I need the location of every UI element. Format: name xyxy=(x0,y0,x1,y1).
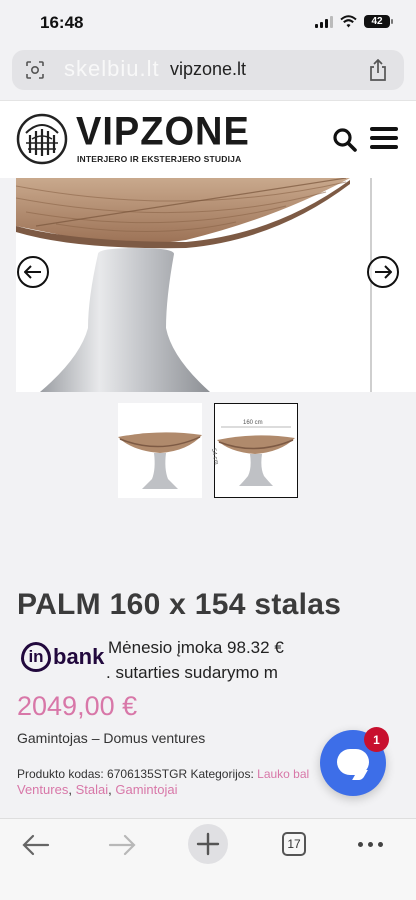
tabs-icon[interactable]: 17 xyxy=(282,832,306,856)
browser-toolbar: 17 xyxy=(0,818,416,900)
separator: , xyxy=(68,782,72,797)
monthly-payment: Mėnesio įmoka 98.32 € xyxy=(108,638,284,657)
image-divider xyxy=(370,178,372,392)
inbank-logo-in: in xyxy=(21,642,51,672)
back-icon[interactable] xyxy=(22,833,50,857)
separator: , xyxy=(108,782,112,797)
site-header: VIPZONE INTERJERO IR EKSTERJERO STUDIJA xyxy=(0,100,416,178)
share-icon[interactable] xyxy=(368,59,388,81)
chat-unread-badge: 1 xyxy=(364,727,389,752)
status-icons: 42 xyxy=(315,15,393,28)
category-link-outdoor[interactable]: Lauko bal xyxy=(257,767,309,781)
category-link-tables[interactable]: Stalai xyxy=(76,782,109,797)
inbank-logo[interactable]: in bank xyxy=(21,642,104,672)
search-icon[interactable] xyxy=(332,127,358,153)
more-icon[interactable] xyxy=(358,842,383,847)
category-link-manufacturers[interactable]: Gamintojai xyxy=(115,782,177,797)
logo-icon[interactable] xyxy=(16,113,68,165)
forward-icon[interactable] xyxy=(108,833,136,857)
menu-icon[interactable] xyxy=(370,127,398,149)
url-text[interactable]: vipzone.lt xyxy=(12,59,404,80)
monthly-payment-note: . sutarties sudarymo m xyxy=(106,663,278,682)
status-bar: 16:48 42 xyxy=(0,0,416,46)
next-image-peek xyxy=(399,178,416,392)
logo-subtitle: INTERJERO IR EKSTERJERO STUDIJA xyxy=(77,154,242,164)
thumbnail-1[interactable] xyxy=(118,403,202,498)
dimension-width-label: 160 cm xyxy=(243,420,263,426)
wifi-icon xyxy=(340,15,357,28)
table-image xyxy=(16,178,350,392)
inbank-logo-bank: bank xyxy=(53,644,105,669)
thumbnail-image xyxy=(118,432,202,489)
plus-icon xyxy=(196,832,220,856)
product-code: Produkto kodas: 6706135STGR Kategorijos: xyxy=(17,767,254,781)
next-image-button[interactable] xyxy=(367,256,399,288)
arrow-right-icon xyxy=(375,265,392,279)
thumbnail-2[interactable]: 160 cm 54 cm xyxy=(210,403,298,498)
manufacturer: Gamintojas – Domus ventures xyxy=(17,730,206,746)
logo-title[interactable]: VIPZONE xyxy=(76,112,250,152)
thumbnail-image xyxy=(217,426,295,486)
status-time: 16:48 xyxy=(40,13,84,32)
address-bar[interactable]: skelbiu.lt vipzone.lt xyxy=(12,50,404,90)
product-meta-line2: Ventures, Stalai, Gamintojai xyxy=(17,782,178,797)
product-title: PALM 160 x 154 stalas xyxy=(17,588,342,621)
product-image[interactable] xyxy=(16,178,399,392)
chat-icon xyxy=(337,749,369,775)
category-link-ventures[interactable]: Ventures xyxy=(17,782,68,797)
new-tab-button[interactable] xyxy=(188,824,228,864)
battery-icon: 42 xyxy=(364,15,393,28)
product-price: 2049,00 € xyxy=(17,691,138,721)
arrow-left-icon xyxy=(24,265,41,279)
prev-image-button[interactable] xyxy=(17,256,49,288)
signal-icon xyxy=(315,15,333,28)
